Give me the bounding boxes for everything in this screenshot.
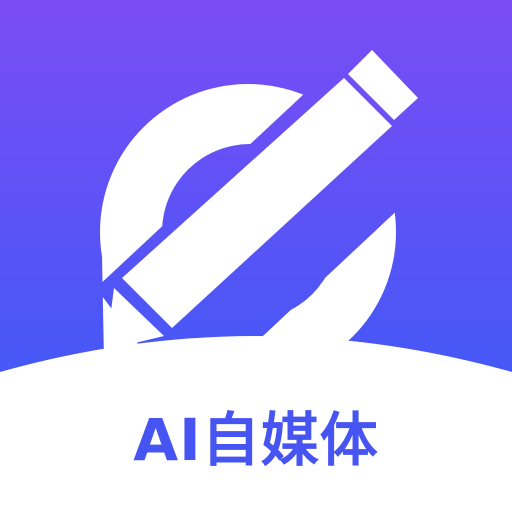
- app-icon[interactable]: AI自媒体: [0, 0, 512, 512]
- app-name-label: AI自媒体: [133, 406, 379, 474]
